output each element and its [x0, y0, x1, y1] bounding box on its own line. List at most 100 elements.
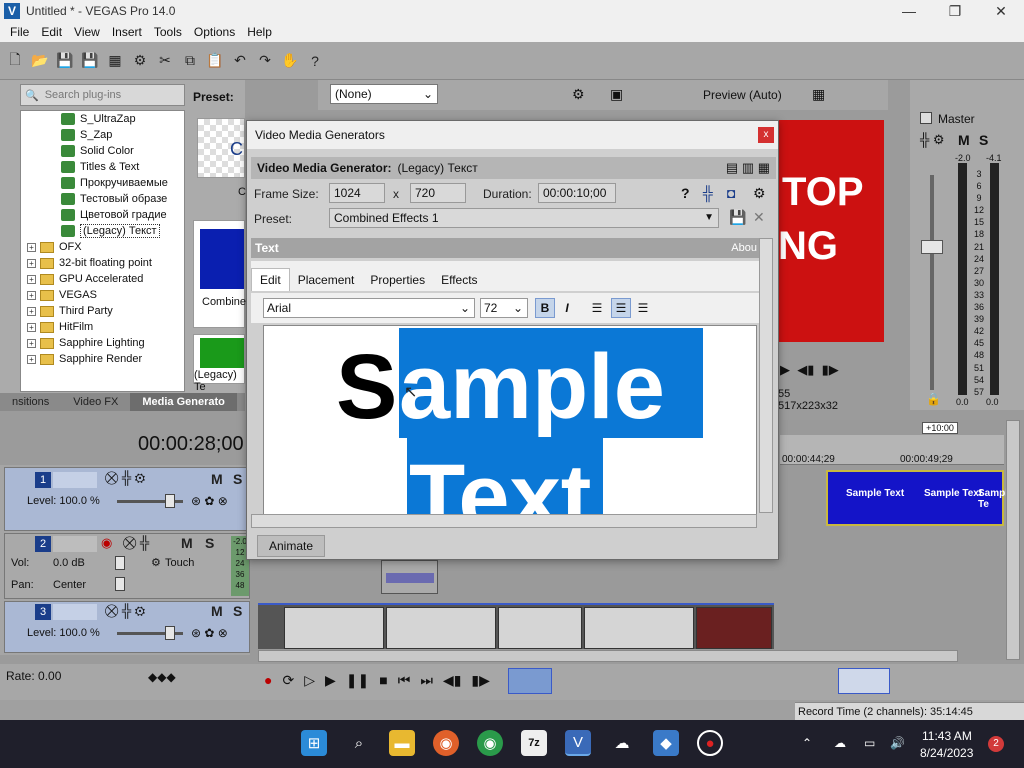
cut-icon[interactable]: ✂	[156, 52, 174, 70]
vegas-taskbar-icon[interactable]: V	[565, 730, 591, 756]
firefox-icon[interactable]: ◉	[433, 730, 459, 756]
help-button[interactable]: ?	[681, 185, 690, 201]
video-clip-strip[interactable]	[258, 603, 774, 649]
track-3-solo-button[interactable]: S	[233, 603, 242, 619]
track-3-mute-button[interactable]: M	[211, 603, 223, 619]
audio-clip[interactable]	[381, 560, 438, 594]
network-icon[interactable]: ▭	[864, 736, 875, 750]
app-icon[interactable]: ☁	[609, 730, 635, 756]
expand-plus-icon[interactable]: +	[27, 258, 36, 268]
menu-help[interactable]: Help	[241, 25, 278, 39]
font-size-select[interactable]: 72 ⌄	[480, 298, 528, 318]
obs-record-icon[interactable]: ●	[697, 730, 723, 756]
menu-insert[interactable]: Insert	[106, 25, 148, 39]
plugin-tree-item[interactable]: + Sapphire Lighting	[21, 335, 184, 351]
master-solo-button[interactable]: S	[979, 132, 988, 148]
undo-icon[interactable]: ↶	[231, 52, 249, 70]
preview-source-select[interactable]: (None) ⌄	[330, 84, 438, 104]
text-editor[interactable]: S ample Text ↖	[263, 325, 757, 515]
prev-frame-icon[interactable]: ◀▮	[443, 672, 461, 689]
track-header-3[interactable]: 3 ⛒ ╬ ⚙ M S Level: 100.0 % ⊛ ✿ ⊗	[4, 601, 250, 653]
track-header-2[interactable]: 2 ◉ ⛒ ╬ M S Vol: 0.0 dB ⚙ Touch Pan: Cen…	[4, 533, 250, 599]
track-2-solo-button[interactable]: S	[205, 535, 214, 551]
timeline-vertical-scrollbar[interactable]	[1006, 420, 1020, 660]
overlays-grid-icon[interactable]: ▦	[812, 86, 825, 103]
pointer-hand-icon[interactable]: ✋	[281, 52, 299, 70]
normal-edit-tool-icon[interactable]	[508, 668, 552, 694]
master-bus-fx-icon[interactable]: ╬ ⚙	[920, 132, 944, 148]
tab-properties[interactable]: Properties	[362, 269, 433, 291]
stop-icon[interactable]: ■	[379, 672, 387, 689]
track-3-level-slider[interactable]	[165, 626, 175, 640]
help-icon[interactable]: ?	[306, 52, 324, 70]
duration-input[interactable]: 00:00:10;00	[538, 183, 616, 203]
tab-placement[interactable]: Placement	[290, 269, 363, 291]
track-1-name-field[interactable]	[53, 472, 97, 488]
menu-file[interactable]: File	[4, 25, 35, 39]
plugin-tree[interactable]: S_UltraZap S_Zap Solid Color Titles & Text П…	[20, 110, 185, 392]
render-icon[interactable]: ▦	[106, 52, 124, 70]
clock-time[interactable]: 11:43 AM	[922, 729, 972, 743]
menu-options[interactable]: Options	[188, 25, 241, 39]
track-1-mute-button[interactable]: M	[211, 471, 223, 487]
file-explorer-icon[interactable]: ▬	[389, 730, 415, 756]
play-icon[interactable]: ▶	[325, 672, 336, 689]
notification-badge[interactable]: 2	[988, 736, 1004, 752]
dialog-close-button[interactable]: x	[758, 127, 774, 143]
keyframe-icon[interactable]: ◘	[727, 185, 735, 201]
plugin-tree-item[interactable]: Цветовой градие	[21, 207, 184, 223]
editor-horizontal-scrollbar[interactable]	[251, 514, 757, 528]
rate-slider-icon[interactable]: ◆◆◆	[148, 670, 176, 684]
menu-tools[interactable]: Tools	[148, 25, 188, 39]
expand-plus-icon[interactable]: +	[27, 274, 36, 284]
record-icon[interactable]: ●	[264, 672, 272, 689]
preset-select[interactable]: Combined Effects 1 ▼	[329, 208, 719, 228]
volume-icon[interactable]: 🔊	[890, 736, 905, 750]
tab-video-fx[interactable]: Video FX	[61, 396, 130, 408]
plugin-tree-item[interactable]: S_UltraZap	[21, 111, 184, 127]
redo-icon[interactable]: ↷	[256, 52, 274, 70]
plugin-tree-item[interactable]: S_Zap	[21, 127, 184, 143]
search-icon[interactable]: ⌕	[346, 730, 372, 756]
onedrive-icon[interactable]: ☁	[834, 736, 846, 750]
expand-plus-icon[interactable]: +	[27, 354, 36, 364]
chrome-icon[interactable]: ◉	[477, 730, 503, 756]
expand-plus-icon[interactable]: +	[27, 322, 36, 332]
lock-icon[interactable]: 🔒	[926, 392, 941, 406]
minimize-button[interactable]: —	[886, 0, 932, 22]
app-cube-icon[interactable]: ◆	[653, 730, 679, 756]
snapping-icon[interactable]	[838, 668, 890, 694]
split-screen-icon[interactable]: ▣	[610, 86, 623, 103]
preset-thumb-checker[interactable]: C	[197, 118, 245, 178]
view-mode-icons[interactable]: ▤ ▥ ▦	[726, 160, 770, 176]
track-1-composite-icon[interactable]: ⊛ ✿ ⊗	[191, 494, 228, 508]
bold-button[interactable]: B	[535, 298, 555, 318]
expand-plus-icon[interactable]: +	[27, 338, 36, 348]
preview-settings-gear-icon[interactable]: ⚙	[572, 86, 585, 103]
tab-media-generators[interactable]: Media Generato	[130, 393, 237, 411]
plugin-tree-item[interactable]: + Sapphire Render	[21, 351, 184, 367]
windows-start-icon[interactable]: ⊞	[301, 730, 327, 756]
save-as-icon[interactable]: 💾	[81, 52, 99, 70]
expand-plus-icon[interactable]: +	[27, 242, 36, 252]
plugin-tree-item[interactable]: + GPU Accelerated	[21, 271, 184, 287]
expand-plus-icon[interactable]: +	[27, 290, 36, 300]
align-right-icon[interactable]: ☰	[633, 298, 653, 318]
loop-icon[interactable]: ⟳	[282, 672, 294, 689]
plugin-tree-item[interactable]: Solid Color	[21, 143, 184, 159]
animate-button[interactable]: Animate	[257, 535, 325, 557]
close-button[interactable]: ✕	[978, 0, 1024, 22]
track-2-name-field[interactable]	[53, 536, 97, 552]
save-preset-icon[interactable]: 💾	[729, 209, 746, 226]
plugin-tree-item[interactable]: + VEGAS	[21, 287, 184, 303]
paste-icon[interactable]: 📋	[206, 52, 224, 70]
italic-button[interactable]: I	[557, 298, 577, 318]
track-1-solo-button[interactable]: S	[233, 471, 242, 487]
tray-expand-icon[interactable]: ⌃	[802, 736, 812, 750]
align-left-icon[interactable]: ☰	[587, 298, 607, 318]
plugin-tree-item[interactable]: + OFX	[21, 239, 184, 255]
tab-transitions[interactable]: nsitions	[0, 396, 61, 408]
open-folder-icon[interactable]: 📂	[31, 52, 49, 70]
master-mute-button[interactable]: M	[958, 132, 970, 148]
about-link[interactable]: Abou	[731, 242, 757, 254]
